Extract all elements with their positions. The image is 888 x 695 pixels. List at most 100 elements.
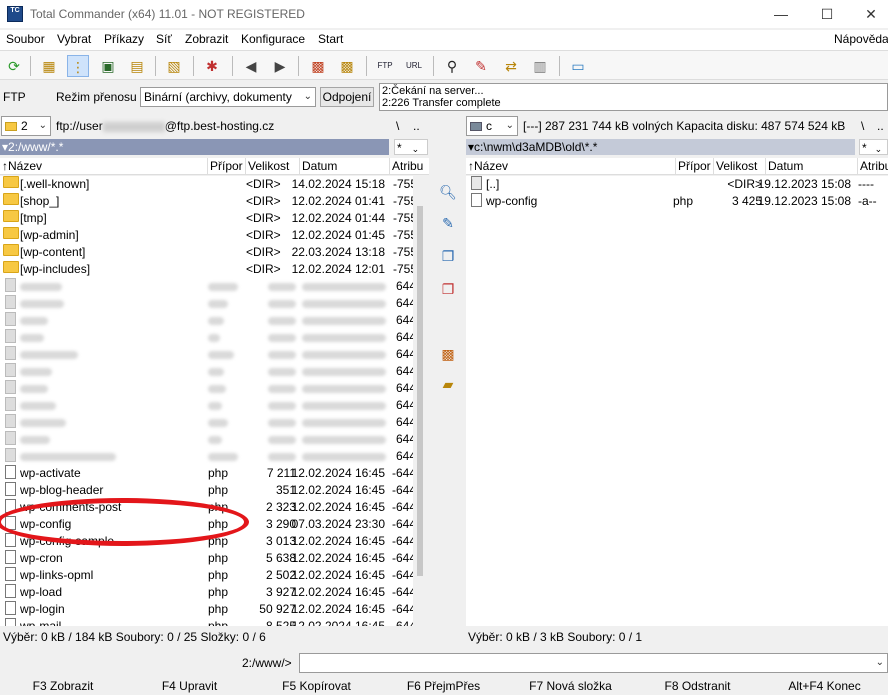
scrollbar-thumb[interactable] xyxy=(417,206,423,576)
f8-delete-button[interactable]: F8 Odstranit xyxy=(634,679,761,693)
disconnect-button[interactable]: Odpojení xyxy=(320,87,374,107)
notepad-icon[interactable]: ▭ xyxy=(567,55,589,77)
f5-copy-button[interactable]: F5 Kopírovat xyxy=(253,679,380,693)
left-panel-path-header[interactable]: ▾2:/www/*.* xyxy=(0,139,389,155)
list-item[interactable]: [wp-admin]<DIR>12.02.2024 01:45-755 xyxy=(0,227,413,244)
f7-newfolder-button[interactable]: F7 Nová složka xyxy=(507,679,634,693)
col-name[interactable]: ↑Název xyxy=(0,158,208,175)
ftp-log[interactable]: 2:Čekání na server... 2:226 Transfer com… xyxy=(379,83,888,111)
pack-files-icon[interactable]: ▩ xyxy=(437,343,459,365)
f6-move-button[interactable]: F6 PřejmPřes xyxy=(380,679,507,693)
minimize-button[interactable]: — xyxy=(766,4,796,24)
menu-sit[interactable]: Síť xyxy=(156,32,172,46)
ftp-connect-icon[interactable]: FTP xyxy=(374,55,396,77)
right-root-button[interactable]: \ xyxy=(861,119,864,133)
menu-help[interactable]: Nápověda xyxy=(834,32,888,46)
menu-zobrazit[interactable]: Zobrazit xyxy=(185,32,228,46)
refresh-icon[interactable]: ⟳ xyxy=(3,55,25,77)
transfer-mode-select[interactable]: Binární (archivy, dokumenty ⌄ xyxy=(140,87,316,107)
right-file-list[interactable]: [..] <DIR> 19.12.2023 15:08 ---- wp-config ph… xyxy=(466,176,888,626)
command-input[interactable]: ⌄ xyxy=(299,653,888,673)
right-drive-select[interactable]: c ⌄ xyxy=(466,116,518,136)
right-up-button[interactable]: .. xyxy=(877,119,884,133)
f3-view-button[interactable]: F3 Zobrazit xyxy=(0,679,126,693)
left-filter-button[interactable]: * ⌄ xyxy=(394,139,428,155)
col-name[interactable]: ↑Název xyxy=(466,158,676,175)
full-view-icon[interactable]: ⋮ xyxy=(67,55,89,77)
list-item[interactable]: [.well-known]<DIR>14.02.2024 15:18-755 xyxy=(0,176,413,193)
url-connect-icon[interactable]: URL xyxy=(403,55,425,77)
redacted-name xyxy=(20,317,48,325)
f4-edit-button[interactable]: F4 Upravit xyxy=(126,679,253,693)
list-item[interactable]: [wp-content]<DIR>22.03.2024 13:18-755 xyxy=(0,244,413,261)
search-icon[interactable]: ⚲ xyxy=(441,55,463,77)
maximize-button[interactable]: ☐ xyxy=(812,4,842,24)
file-date: 12.02.2024 01:45 xyxy=(291,228,385,242)
list-item[interactable]: wp-blog-header php 351 12.02.2024 16:45 -644 xyxy=(0,482,413,499)
left-scrollbar[interactable] xyxy=(413,176,429,626)
pack-icon[interactable]: ▩ xyxy=(307,55,329,77)
list-item[interactable]: [shop_]<DIR>12.02.2024 01:41-755 xyxy=(0,193,413,210)
copy-file-icon[interactable]: ❐ xyxy=(437,245,459,267)
new-folder-icon[interactable]: ▰ xyxy=(437,373,459,395)
list-item[interactable]: [wp-includes]<DIR>12.02.2024 12:01-755 xyxy=(0,261,413,278)
col-attr[interactable]: Atribu xyxy=(390,158,429,175)
copy-names-icon[interactable]: ▥ xyxy=(529,55,551,77)
multi-rename-icon[interactable]: ✎ xyxy=(470,55,492,77)
menu-vybrat[interactable]: Vybrat xyxy=(57,32,91,46)
right-filter-button[interactable]: * ⌄ xyxy=(859,139,888,155)
list-item[interactable]: wp-load php 3 927 12.02.2024 16:45 -644 xyxy=(0,584,413,601)
list-item[interactable]: wp-activate php 7 211 12.02.2024 16:45 -644 xyxy=(0,465,413,482)
star-icon[interactable]: ✱ xyxy=(201,55,223,77)
brief-view-icon[interactable]: ▦ xyxy=(38,55,60,77)
list-item[interactable]: 644 xyxy=(0,397,413,414)
sync-dirs-icon[interactable]: ⇄ xyxy=(500,55,522,77)
left-drive-select[interactable]: 2 ⌄ xyxy=(1,116,51,136)
tree-view-icon[interactable]: ▤ xyxy=(126,55,148,77)
close-button[interactable]: ✕ xyxy=(856,4,886,24)
menu-soubor[interactable]: Soubor xyxy=(6,32,45,46)
list-item[interactable]: [..] <DIR> 19.12.2023 15:08 ---- xyxy=(466,176,888,193)
invert-selection-icon[interactable]: ▧ xyxy=(163,55,185,77)
list-item[interactable]: 644 xyxy=(0,312,413,329)
list-item[interactable]: wp-config php 3 425 19.12.2023 15:08 -a-- xyxy=(466,193,888,210)
list-item[interactable]: 644 xyxy=(0,329,413,346)
col-size[interactable]: Velikost xyxy=(714,158,766,175)
list-item[interactable]: 644 xyxy=(0,431,413,448)
list-item[interactable]: wp-mail php 8 525 12.02.2024 16:45 -644 xyxy=(0,618,413,626)
col-date[interactable]: Datum xyxy=(300,158,390,175)
list-item[interactable]: wp-links-opml php 2 502 12.02.2024 16:45 -64… xyxy=(0,567,413,584)
col-ext[interactable]: Přípor xyxy=(208,158,246,175)
thumbnail-view-icon[interactable]: ▣ xyxy=(97,55,119,77)
left-root-button[interactable]: \ xyxy=(396,119,399,133)
menu-prikazy[interactable]: Příkazy xyxy=(104,32,144,46)
col-attr[interactable]: Atribu xyxy=(858,158,888,175)
col-ext[interactable]: Přípor xyxy=(676,158,714,175)
list-item[interactable]: [tmp]<DIR>12.02.2024 01:44-755 xyxy=(0,210,413,227)
list-item[interactable]: wp-login php 50 927 12.02.2024 16:45 -644 xyxy=(0,601,413,618)
left-file-list[interactable]: [.well-known]<DIR>14.02.2024 15:18-755[s… xyxy=(0,176,413,626)
file-name: wp-cron xyxy=(20,551,63,565)
altf4-exit-button[interactable]: Alt+F4 Konec xyxy=(761,679,888,693)
forward-icon[interactable]: ▶ xyxy=(269,55,291,77)
view-file-icon[interactable]: 🔍︎ xyxy=(437,181,459,203)
back-icon[interactable]: ◀ xyxy=(240,55,262,77)
col-size[interactable]: Velikost xyxy=(246,158,300,175)
list-item[interactable]: 644 xyxy=(0,278,413,295)
list-item[interactable]: 644 xyxy=(0,363,413,380)
move-file-icon[interactable]: ❐ xyxy=(437,278,459,300)
right-panel-path-header[interactable]: ▾c:\nwm\d3aMDB\old\*.* xyxy=(466,139,855,155)
list-item[interactable]: wp-cron php 5 638 12.02.2024 16:45 -644 xyxy=(0,550,413,567)
list-item[interactable]: 644 xyxy=(0,346,413,363)
menu-start[interactable]: Start xyxy=(318,32,343,46)
col-date[interactable]: Datum xyxy=(766,158,858,175)
list-item[interactable]: 644 xyxy=(0,448,413,465)
list-item[interactable]: 644 xyxy=(0,295,413,312)
menu-konfigurace[interactable]: Konfigurace xyxy=(241,32,305,46)
list-item[interactable]: 644 xyxy=(0,380,413,397)
file-attr: -644 xyxy=(392,585,413,599)
unpack-icon[interactable]: ▩ xyxy=(336,55,358,77)
left-up-button[interactable]: .. xyxy=(413,119,420,133)
edit-file-icon[interactable]: ✎ xyxy=(437,212,459,234)
list-item[interactable]: 644 xyxy=(0,414,413,431)
